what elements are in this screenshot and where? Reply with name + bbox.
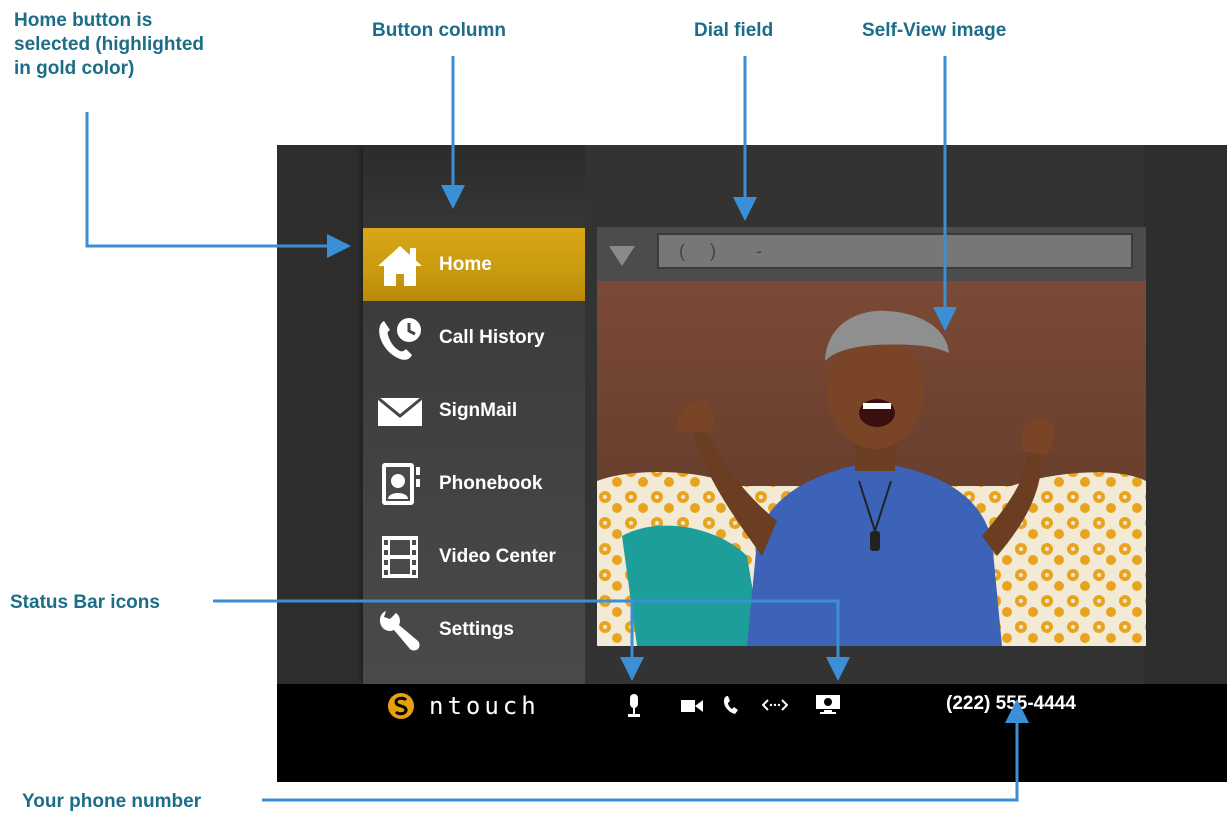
button-column: Home Call History SignMail Phonebook Vid… <box>363 145 585 684</box>
status-bar: ntouch (222) 555-4444 <box>277 684 1227 782</box>
microphone-icon[interactable] <box>626 694 642 723</box>
sorenson-logo-icon <box>388 693 414 719</box>
menu-item-settings[interactable]: Settings <box>363 593 585 666</box>
phonebook-icon <box>375 459 425 509</box>
dropdown-triangle-icon[interactable] <box>607 240 637 270</box>
menu-item-signmail[interactable]: SignMail <box>363 374 585 447</box>
menu-item-call-history[interactable]: Call History <box>363 301 585 374</box>
menu-item-label: SignMail <box>439 399 518 421</box>
phone-number: (222) 555-4444 <box>946 693 1076 714</box>
callout-dial-field: Dial field <box>694 20 774 41</box>
film-icon <box>375 532 425 582</box>
callout-home-line-2: selected (highlighted <box>14 34 205 55</box>
callout-home-line-1: Home button is <box>14 10 153 31</box>
menu-item-phonebook[interactable]: Phonebook <box>363 447 585 520</box>
ntouch-screen: Home Call History SignMail Phonebook Vid… <box>277 145 1227 782</box>
wrench-icon <box>375 605 425 655</box>
home-icon <box>375 240 425 290</box>
menu-item-label: Phonebook <box>439 472 543 494</box>
network-icon[interactable] <box>761 698 789 717</box>
menu-item-label: Home <box>439 253 492 275</box>
menu-item-label: Call History <box>439 326 545 348</box>
menu-item-video-center[interactable]: Video Center <box>363 520 585 593</box>
video-camera-icon[interactable] <box>681 698 703 719</box>
menu-item-label: Video Center <box>439 545 556 567</box>
callout-home-selected: Home button is selected (highlighted in … <box>14 9 204 81</box>
dial-field-value: ( ) - <box>679 240 762 261</box>
dial-bar: ( ) - <box>597 227 1146 282</box>
brand-name: ntouch <box>429 692 540 720</box>
menu-item-label: Settings <box>439 618 514 640</box>
phone-icon[interactable] <box>723 696 739 719</box>
monitor-icon[interactable] <box>816 695 840 720</box>
main-panel: ( ) - <box>585 145 1146 684</box>
callout-status-bar-icons: Status Bar icons <box>10 592 160 613</box>
callout-button-column: Button column <box>372 20 507 41</box>
dial-field[interactable]: ( ) - <box>657 233 1133 269</box>
envelope-icon <box>375 386 425 436</box>
self-view-image <box>597 281 1146 646</box>
call-history-icon <box>375 313 425 363</box>
callout-your-phone-number: Your phone number <box>22 791 202 812</box>
ntouch-logo: ntouch <box>387 692 540 720</box>
menu-item-home[interactable]: Home <box>363 228 585 301</box>
callout-self-view: Self-View image <box>862 20 1007 41</box>
callout-home-line-3: in gold color) <box>14 58 135 79</box>
